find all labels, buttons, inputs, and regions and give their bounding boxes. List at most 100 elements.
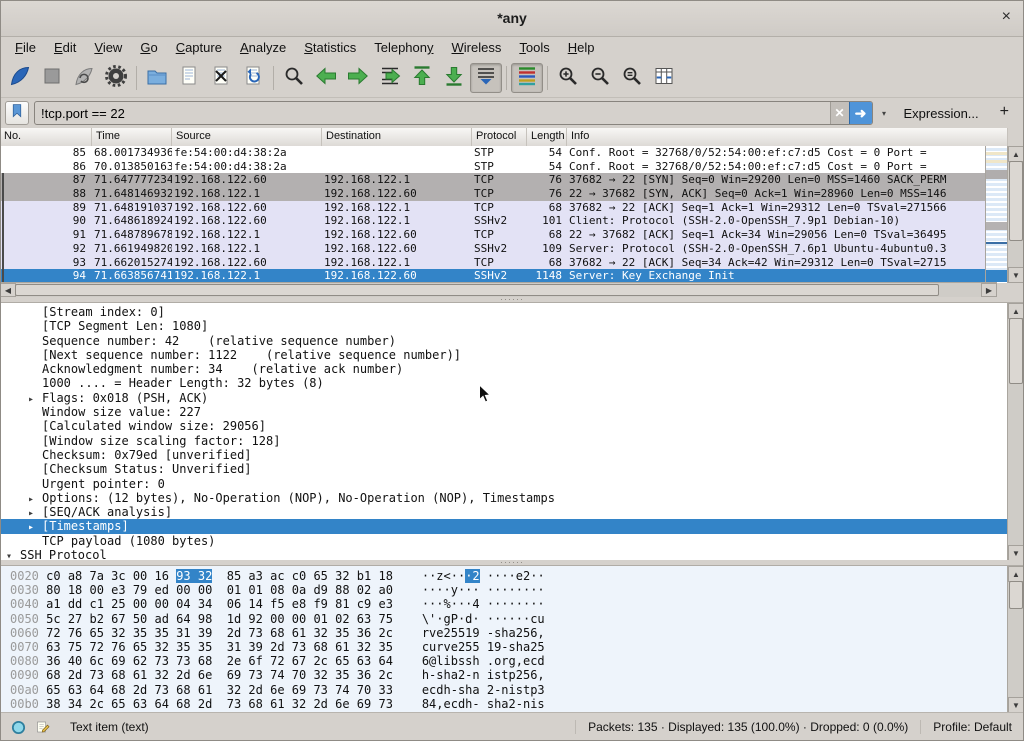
packet-row-88[interactable]: 8871.648146932192.168.122.1192.168.122.6… bbox=[0, 187, 986, 201]
hex-row-0070[interactable]: 0070 63 75 72 76 65 32 35 35 31 39 2d 73… bbox=[10, 640, 1008, 654]
hex-row-0020[interactable]: 0020 c0 a8 7a 3c 00 16 93 32 85 a3 ac c0… bbox=[10, 569, 1008, 583]
filter-apply-button[interactable]: ➜ bbox=[849, 102, 872, 124]
go-forward-button[interactable] bbox=[342, 63, 374, 93]
expert-info-icon[interactable] bbox=[10, 719, 27, 736]
menu-capture[interactable]: Capture bbox=[167, 38, 231, 58]
hex-row-0060[interactable]: 0060 72 76 65 32 35 35 31 39 2d 73 68 61… bbox=[10, 626, 1008, 640]
menu-statistics[interactable]: Statistics bbox=[295, 38, 365, 58]
expand-arrow-icon[interactable]: ▸ bbox=[28, 507, 42, 519]
detail-row[interactable]: TCP payload (1080 bytes) bbox=[0, 534, 1008, 548]
hex-row-00b0[interactable]: 00b0 38 34 2c 65 63 64 68 2d 73 68 61 32… bbox=[10, 697, 1008, 711]
menu-tools[interactable]: Tools bbox=[510, 38, 558, 58]
packet-row-93[interactable]: 9371.662015274192.168.122.60192.168.122.… bbox=[0, 256, 986, 270]
reload-file-button[interactable] bbox=[237, 63, 269, 93]
detail-row[interactable]: [Calculated window size: 29056] bbox=[0, 419, 1008, 433]
detail-row[interactable]: Acknowledgment number: 34 (relative ack … bbox=[0, 362, 1008, 376]
hex-row-0040[interactable]: 0040 a1 dd c1 25 00 00 04 34 06 14 f5 e8… bbox=[10, 597, 1008, 611]
filter-bookmark-button[interactable] bbox=[5, 101, 29, 125]
auto-scroll-toggle[interactable] bbox=[470, 63, 502, 93]
column-header-source[interactable]: Source bbox=[172, 128, 322, 146]
packet-list-vscrollbar[interactable]: ▲ ▼ bbox=[1007, 146, 1024, 283]
scroll-up-arrow-icon[interactable]: ▲ bbox=[1008, 566, 1024, 582]
column-header-length[interactable]: Length bbox=[527, 128, 567, 146]
find-packet-button[interactable] bbox=[278, 63, 310, 93]
detail-row[interactable]: Checksum: 0x79ed [unverified] bbox=[0, 448, 1008, 462]
detail-row[interactable]: ▸Options: (12 bytes), No-Operation (NOP)… bbox=[0, 491, 1008, 505]
scrollbar-thumb[interactable] bbox=[15, 284, 939, 296]
go-last-packet-button[interactable] bbox=[438, 63, 470, 93]
go-first-packet-button[interactable] bbox=[406, 63, 438, 93]
column-header-info[interactable]: Info bbox=[567, 128, 1008, 146]
detail-row[interactable]: ▸[Timestamps] bbox=[0, 519, 1008, 533]
zoom-in-button[interactable] bbox=[552, 63, 584, 93]
zoom-100-button[interactable] bbox=[616, 63, 648, 93]
hex-row-0030[interactable]: 0030 80 18 00 e3 79 ed 00 00 01 01 08 0a… bbox=[10, 583, 1008, 597]
add-filter-button[interactable]: + bbox=[994, 103, 1019, 123]
packet-list-hscrollbar[interactable]: ◀ ▶ bbox=[0, 282, 997, 297]
menu-wireless[interactable]: Wireless bbox=[443, 38, 511, 58]
detail-row[interactable]: 1000 .... = Header Length: 32 bytes (8) bbox=[0, 376, 1008, 390]
close-file-button[interactable] bbox=[205, 63, 237, 93]
hex-row-0080[interactable]: 0080 36 40 6c 69 62 73 73 68 2e 6f 72 67… bbox=[10, 654, 1008, 668]
column-header-destination[interactable]: Destination bbox=[322, 128, 472, 146]
detail-row[interactable]: ▸[SEQ/ACK analysis] bbox=[0, 505, 1008, 519]
detail-row[interactable]: Sequence number: 42 (relative sequence n… bbox=[0, 334, 1008, 348]
menu-view[interactable]: View bbox=[85, 38, 131, 58]
detail-vscrollbar[interactable]: ▲ ▼ bbox=[1007, 303, 1024, 561]
start-capture-button[interactable] bbox=[4, 63, 36, 93]
packet-list-minimap-scrollbar[interactable] bbox=[985, 146, 1008, 283]
filter-clear-button[interactable]: ✕ bbox=[830, 102, 849, 124]
resize-columns-button[interactable] bbox=[648, 63, 680, 93]
scroll-right-arrow-icon[interactable]: ▶ bbox=[981, 283, 997, 297]
go-to-packet-button[interactable] bbox=[374, 63, 406, 93]
column-header-time[interactable]: Time bbox=[92, 128, 172, 146]
detail-row[interactable]: [Stream index: 0] bbox=[0, 305, 1008, 319]
capture-comment-icon[interactable] bbox=[35, 719, 50, 735]
expand-arrow-icon[interactable]: ▸ bbox=[28, 393, 42, 405]
restart-capture-button[interactable] bbox=[68, 63, 100, 93]
display-filter-input[interactable]: !tcp.port == 22 bbox=[35, 102, 830, 124]
stop-capture-button[interactable] bbox=[36, 63, 68, 93]
packet-row-90[interactable]: 9071.648618924192.168.122.60192.168.122.… bbox=[0, 214, 986, 228]
hex-row-00a0[interactable]: 00a0 65 63 64 68 2d 73 68 61 32 2d 6e 69… bbox=[10, 683, 1008, 697]
capture-options-button[interactable] bbox=[100, 63, 132, 93]
menu-telephony[interactable]: Telephony bbox=[365, 38, 442, 58]
scroll-up-arrow-icon[interactable]: ▲ bbox=[1008, 146, 1024, 162]
menu-analyze[interactable]: Analyze bbox=[231, 38, 295, 58]
scroll-down-arrow-icon[interactable]: ▼ bbox=[1008, 697, 1024, 713]
expression-button[interactable]: Expression... bbox=[896, 106, 989, 121]
packet-row-86[interactable]: 8670.013850163fe:54:00:d4:38:2aSTP54Conf… bbox=[0, 160, 986, 174]
detail-row[interactable]: [Next sequence number: 1122 (relative se… bbox=[0, 348, 1008, 362]
colorize-toggle[interactable] bbox=[511, 63, 543, 93]
menu-go[interactable]: Go bbox=[131, 38, 166, 58]
packet-row-94[interactable]: 9471.663856741192.168.122.1192.168.122.6… bbox=[0, 269, 986, 283]
scroll-down-arrow-icon[interactable]: ▼ bbox=[1008, 267, 1024, 283]
scroll-left-arrow-icon[interactable]: ◀ bbox=[0, 283, 16, 297]
scrollbar-thumb[interactable] bbox=[1009, 318, 1023, 384]
filter-history-dropdown[interactable]: ▾ bbox=[878, 109, 891, 118]
menu-file[interactable]: File bbox=[6, 38, 45, 58]
hex-row-0050[interactable]: 0050 5c 27 b2 67 50 ad 64 98 1d 92 00 00… bbox=[10, 612, 1008, 626]
expand-arrow-icon[interactable]: ▸ bbox=[28, 521, 42, 533]
profile-status[interactable]: Profile: Default bbox=[920, 720, 1014, 734]
expand-arrow-icon[interactable]: ▸ bbox=[28, 493, 42, 505]
packet-row-87[interactable]: 8771.647777234192.168.122.60192.168.122.… bbox=[0, 173, 986, 187]
packet-row-89[interactable]: 8971.648191037192.168.122.60192.168.122.… bbox=[0, 201, 986, 215]
packet-row-91[interactable]: 9171.648789678192.168.122.1192.168.122.6… bbox=[0, 228, 986, 242]
column-header-protocol[interactable]: Protocol bbox=[472, 128, 527, 146]
detail-row[interactable]: [Window size scaling factor: 128] bbox=[0, 434, 1008, 448]
packet-row-85[interactable]: 8568.001734936fe:54:00:d4:38:2aSTP54Conf… bbox=[0, 146, 986, 160]
menu-edit[interactable]: Edit bbox=[45, 38, 85, 58]
packet-row-92[interactable]: 9271.661949820192.168.122.1192.168.122.6… bbox=[0, 242, 986, 256]
close-window-button[interactable]: × bbox=[1002, 7, 1011, 27]
detail-row[interactable]: ▸Flags: 0x018 (PSH, ACK) bbox=[0, 391, 1008, 405]
hex-row-0090[interactable]: 0090 68 2d 73 68 61 32 2d 6e 69 73 74 70… bbox=[10, 668, 1008, 682]
detail-row[interactable]: [Checksum Status: Unverified] bbox=[0, 462, 1008, 476]
bytes-vscrollbar[interactable]: ▲ ▼ bbox=[1007, 566, 1024, 713]
zoom-out-button[interactable] bbox=[584, 63, 616, 93]
menu-help[interactable]: Help bbox=[559, 38, 604, 58]
go-back-button[interactable] bbox=[310, 63, 342, 93]
column-header-no[interactable]: No. bbox=[0, 128, 92, 146]
scrollbar-thumb[interactable] bbox=[1009, 581, 1023, 609]
scroll-down-arrow-icon[interactable]: ▼ bbox=[1008, 545, 1024, 561]
